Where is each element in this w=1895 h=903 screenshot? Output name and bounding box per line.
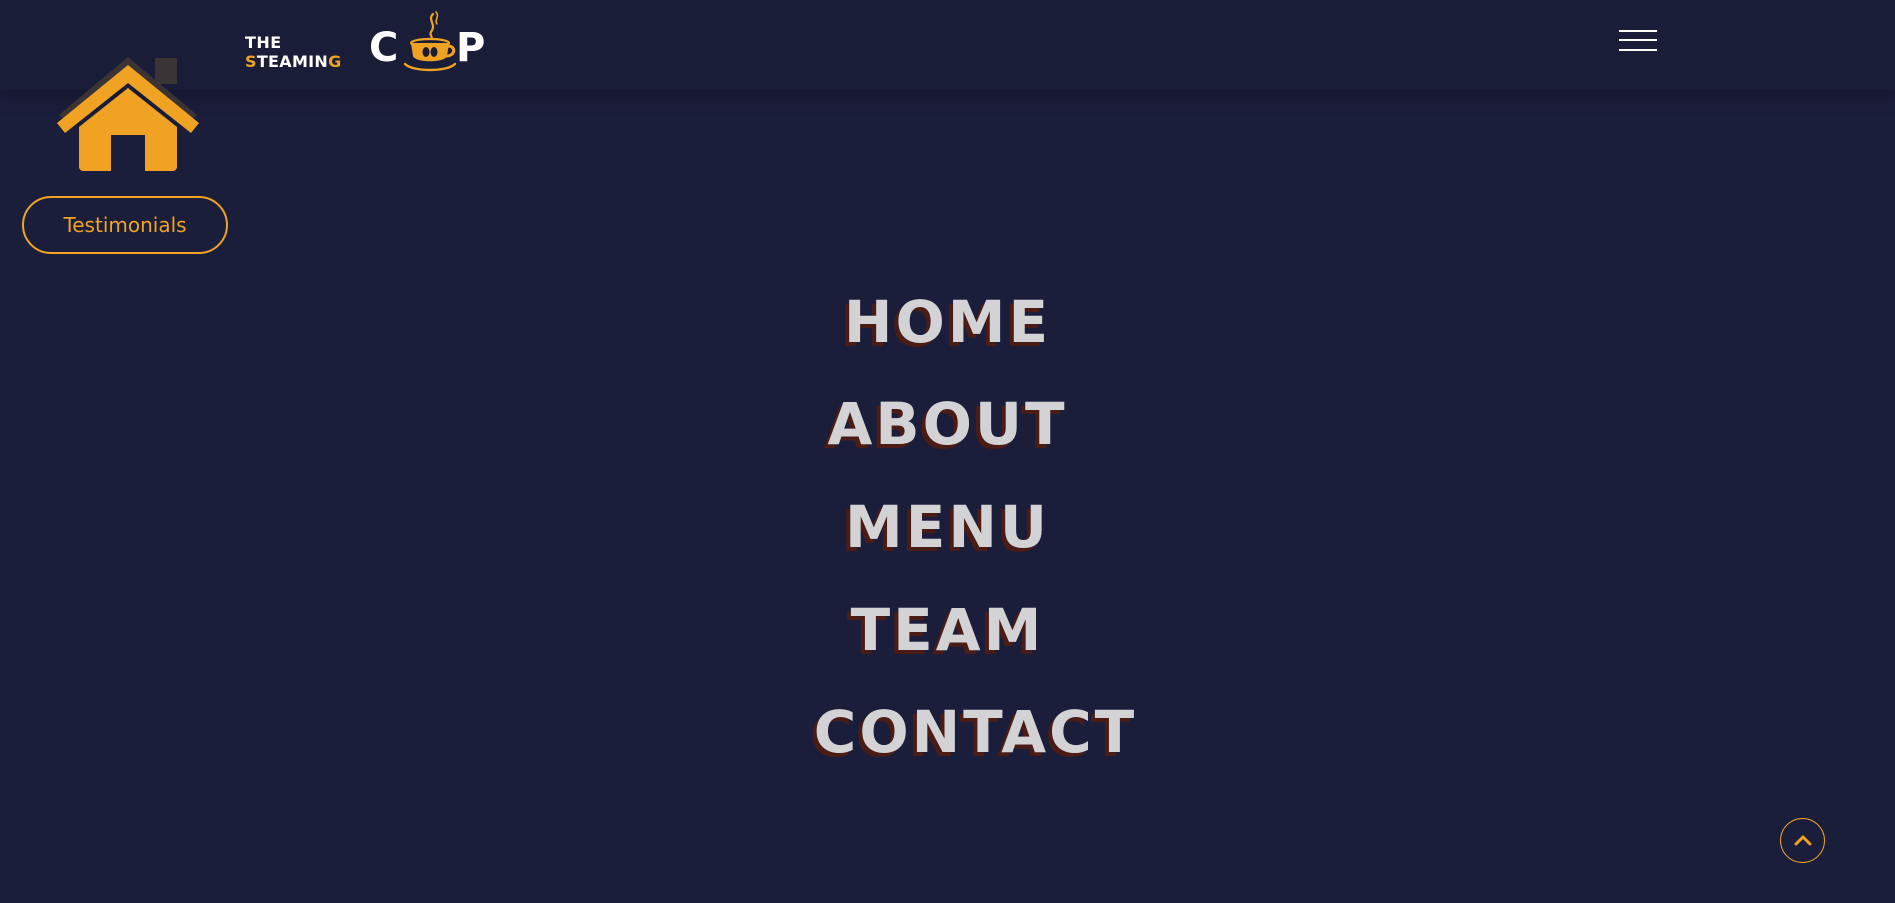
nav-link-menu[interactable]: MENU: [845, 487, 1050, 567]
scroll-to-top-button[interactable]: [1780, 818, 1825, 863]
logo-word-the: THE: [245, 33, 282, 52]
nav-link-contact[interactable]: CONTACT: [814, 692, 1138, 772]
logo-letter-s: S: [245, 52, 257, 71]
logo-letter-p: P: [456, 25, 486, 71]
nav-item-menu: MENU: [0, 487, 1895, 567]
brand-logo[interactable]: THE STEAMING C P: [245, 10, 485, 74]
logo-letter-c: C: [369, 25, 399, 71]
logo-word-steaming: STEAMING: [245, 52, 342, 71]
logo-letters-teamin: TEAMIN: [256, 52, 329, 71]
nav-item-home: HOME: [0, 282, 1895, 362]
nav-link-home[interactable]: HOME: [844, 282, 1051, 362]
page: THE STEAMING C P Testimonials HOME ABOUT…: [0, 0, 1895, 903]
testimonials-button[interactable]: Testimonials: [22, 196, 228, 254]
house-icon[interactable]: [55, 55, 201, 173]
hamburger-icon[interactable]: [1619, 30, 1657, 54]
hamburger-line: [1619, 30, 1657, 32]
chevron-up-icon: [1794, 831, 1812, 850]
nav-item-contact: CONTACT: [28, 692, 1895, 772]
hamburger-line: [1619, 39, 1657, 41]
nav-item-about: ABOUT: [0, 384, 1895, 464]
logo-letter-g: G: [328, 52, 342, 71]
nav-item-team: TEAM: [0, 590, 1895, 670]
nav-link-about[interactable]: ABOUT: [827, 384, 1067, 464]
hamburger-line: [1619, 49, 1657, 51]
coffee-cup-icon: [403, 10, 459, 74]
top-navbar: THE STEAMING C P: [0, 0, 1895, 90]
nav-link-team[interactable]: TEAM: [851, 590, 1045, 670]
